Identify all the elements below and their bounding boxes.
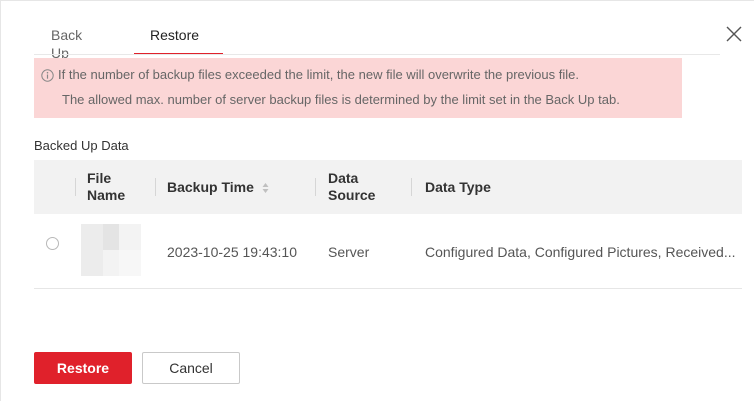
file-thumbnail <box>81 224 141 276</box>
row-radio-button[interactable] <box>46 237 59 250</box>
column-divider <box>315 178 316 196</box>
column-divider <box>155 178 156 196</box>
column-header-file-name-line1: File <box>87 170 112 186</box>
tab-restore-label: Restore <box>150 27 200 43</box>
column-divider <box>411 178 412 196</box>
tab-restore[interactable]: Restore <box>134 26 224 55</box>
tab-back-up-label: Back Up <box>51 27 83 61</box>
column-header-data-type: Data Type <box>425 179 491 195</box>
notice-text-1: If the number of backup files exceeded t… <box>58 67 579 82</box>
info-icon <box>41 69 54 82</box>
column-header-file-name-line2: Name <box>87 187 126 203</box>
cell-backup-time: 2023-10-25 19:43:10 <box>167 244 297 260</box>
close-button[interactable] <box>724 24 744 44</box>
tabs-divider <box>34 54 720 55</box>
column-header-data-source: Data Source <box>328 170 375 204</box>
column-header-file-name: File Name <box>87 170 125 204</box>
sort-icon[interactable] <box>262 182 269 194</box>
column-header-backup-time[interactable]: Backup Time <box>167 179 269 196</box>
dialog-left-border <box>0 0 1 401</box>
notice-line-2: The allowed max. number of server backup… <box>62 92 620 107</box>
cell-data-type: Configured Data, Configured Pictures, Re… <box>425 244 736 260</box>
cancel-button[interactable]: Cancel <box>142 352 240 384</box>
cell-data-source: Server <box>328 244 370 260</box>
tab-back-up[interactable]: Back Up <box>51 26 82 61</box>
table-row[interactable]: 2023-10-25 19:43:10 Server Configured Da… <box>34 214 742 288</box>
limit-notice: If the number of backup files exceeded t… <box>34 58 682 118</box>
column-header-data-source-line2: Source <box>328 187 376 203</box>
close-icon <box>726 26 742 42</box>
restore-dialog: Back Up Restore If the number of backup … <box>0 0 754 401</box>
section-title: Backed Up Data <box>34 138 129 153</box>
column-header-data-source-line1: Data <box>328 170 359 186</box>
column-divider <box>75 178 76 196</box>
notice-line-1: If the number of backup files exceeded t… <box>41 67 579 82</box>
restore-button[interactable]: Restore <box>34 352 132 384</box>
row-divider <box>34 288 742 289</box>
table-header: File Name Backup Time Data Source Data T… <box>34 160 742 214</box>
dialog-top-border <box>0 0 754 1</box>
column-header-backup-time-label: Backup Time <box>167 179 254 195</box>
